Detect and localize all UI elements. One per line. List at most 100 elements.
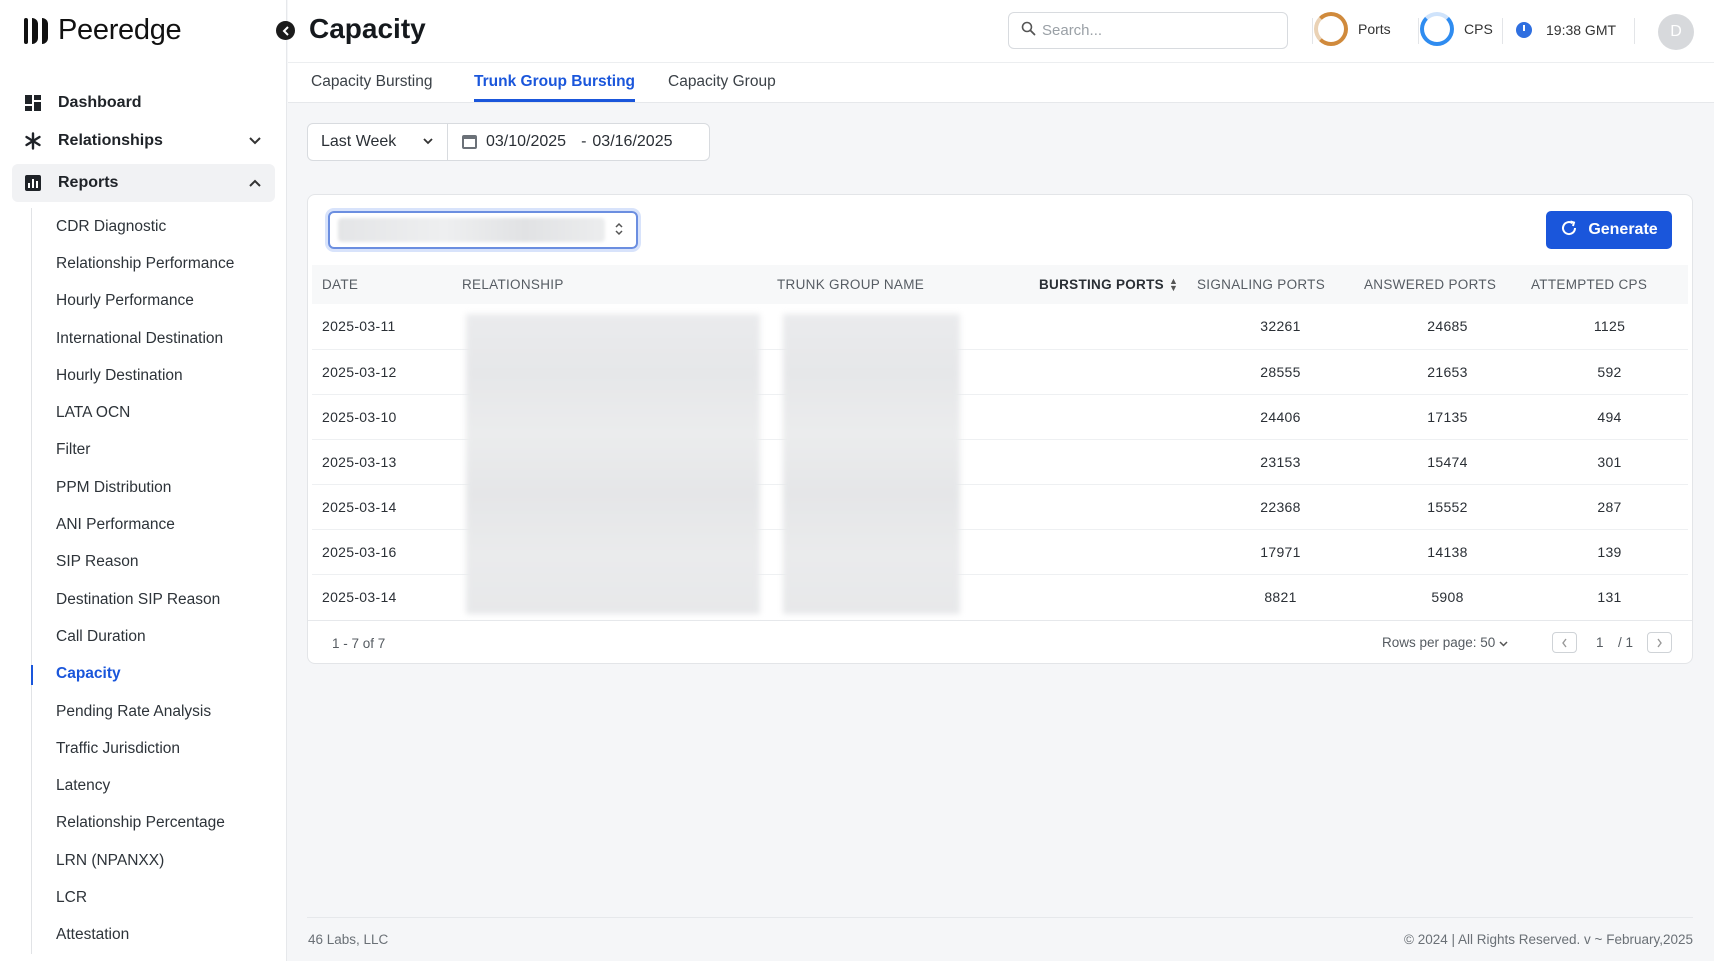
sidebar-item-relationship-percentage[interactable]: Relationship Percentage xyxy=(32,805,275,842)
page-title: Capacity xyxy=(309,13,426,44)
cps-ring-icon xyxy=(1420,12,1454,46)
cell-signaling-ports: 28555 xyxy=(1260,363,1301,380)
cell-date: 2025-03-14 xyxy=(322,498,397,515)
footer-copyright: © 2024 | All Rights Reserved. v ~ Februa… xyxy=(1404,932,1693,947)
column-signaling-ports[interactable]: SIGNALING PORTS xyxy=(1197,265,1364,304)
sidebar-item-lata-ocn[interactable]: LATA OCN xyxy=(32,394,275,431)
select-arrows-icon xyxy=(614,221,624,239)
sidebar-item-ppm-distribution[interactable]: PPM Distribution xyxy=(32,469,275,506)
cps-indicator[interactable]: CPS xyxy=(1420,12,1493,46)
chevron-left-icon xyxy=(1562,638,1567,647)
sidebar-item-hourly-destination[interactable]: Hourly Destination xyxy=(32,357,275,394)
header-divider xyxy=(1418,18,1419,44)
date-separator: - xyxy=(581,133,587,150)
chevron-down-icon xyxy=(249,133,261,148)
sidebar-item-relationships[interactable]: Relationships xyxy=(12,122,275,160)
cell-bursting-ports xyxy=(1037,484,1197,529)
column-bursting-ports[interactable]: BURSTING PORTS ▲ ▼ xyxy=(1037,265,1197,304)
cell-signaling-ports: 24406 xyxy=(1260,408,1301,425)
current-time: 19:38 GMT xyxy=(1546,22,1617,38)
search-icon xyxy=(1021,21,1036,41)
sort-icon: ▲ ▼ xyxy=(1168,276,1179,294)
sidebar-item-pending-rate-analysis[interactable]: Pending Rate Analysis xyxy=(32,693,275,730)
generate-label: Generate xyxy=(1588,221,1658,238)
dashboard-icon xyxy=(24,94,42,112)
sidebar-item-traffic-jurisdiction[interactable]: Traffic Jurisdiction xyxy=(32,730,275,767)
sidebar-item-reports[interactable]: Reports xyxy=(12,164,275,202)
sidebar-nav: Dashboard Relationships Reports xyxy=(12,84,275,202)
chevron-right-icon xyxy=(1657,638,1662,647)
cell-date: 2025-03-13 xyxy=(322,453,397,470)
sidebar-item-sip-reason[interactable]: SIP Reason xyxy=(32,544,275,581)
sidebar: Peeredge Dashboard Relationships Reports xyxy=(0,0,287,961)
tab-capacity-group[interactable]: Capacity Group xyxy=(668,73,776,99)
cell-attempted-cps: 131 xyxy=(1597,588,1622,605)
tab-capacity-bursting[interactable]: Capacity Bursting xyxy=(311,73,432,99)
chevron-left-icon xyxy=(282,25,289,36)
sidebar-item-ani-performance[interactable]: ANI Performance xyxy=(32,506,275,543)
cps-label: CPS xyxy=(1464,21,1493,37)
cell-answered-ports: 15552 xyxy=(1427,498,1468,515)
sidebar-item-lrn-npanxx[interactable]: LRN (NPANXX) xyxy=(32,842,275,879)
sidebar-item-call-duration[interactable]: Call Duration xyxy=(32,618,275,655)
date-range-picker[interactable]: 03/10/2025 - 03/16/2025 xyxy=(448,124,672,160)
column-trunk-group-name[interactable]: TRUNK GROUP NAME xyxy=(777,265,1037,304)
sidebar-item-cdr-diagnostic[interactable]: CDR Diagnostic xyxy=(32,208,275,245)
sidebar-item-destination-sip-reason[interactable]: Destination SIP Reason xyxy=(32,581,275,618)
sidebar-item-dashboard[interactable]: Dashboard xyxy=(12,84,275,122)
user-avatar[interactable]: D xyxy=(1658,14,1694,50)
search-input[interactable] xyxy=(1042,22,1262,39)
chevron-down-icon xyxy=(423,136,433,148)
column-relationship[interactable]: RELATIONSHIP xyxy=(462,265,777,304)
date-from: 03/10/2025 xyxy=(486,133,567,150)
peeredge-logo-icon xyxy=(24,17,48,44)
cell-signaling-ports: 8821 xyxy=(1264,588,1297,605)
trunk-group-select[interactable] xyxy=(328,211,638,249)
sidebar-item-international-destination[interactable]: International Destination xyxy=(32,320,275,357)
cell-answered-ports: 14138 xyxy=(1427,543,1468,560)
ports-ring-icon xyxy=(1314,12,1348,46)
cell-answered-ports: 5908 xyxy=(1431,588,1464,605)
pagination-range: 1 - 7 of 7 xyxy=(332,636,386,651)
period-value: Last Week xyxy=(321,133,397,150)
table-header-row: DATE RELATIONSHIP TRUNK GROUP NAME BURST… xyxy=(312,265,1688,304)
cell-date: 2025-03-11 xyxy=(322,318,396,335)
sidebar-item-relationship-performance[interactable]: Relationship Performance xyxy=(32,245,275,282)
sidebar-item-hourly-performance[interactable]: Hourly Performance xyxy=(32,283,275,320)
rows-per-page-select[interactable]: Rows per page: 50 xyxy=(1382,635,1508,650)
generate-button[interactable]: Generate xyxy=(1546,211,1672,249)
sidebar-item-lcr[interactable]: LCR xyxy=(32,879,275,916)
chevron-down-icon xyxy=(1499,641,1508,647)
column-attempted-cps[interactable]: ATTEMPTED CPS xyxy=(1531,265,1688,304)
logo[interactable]: Peeredge xyxy=(24,14,182,47)
ports-label: Ports xyxy=(1358,21,1391,37)
column-date[interactable]: DATE xyxy=(312,265,462,304)
sidebar-item-capacity[interactable]: Capacity xyxy=(31,656,275,693)
sidebar-item-attestation[interactable]: Attestation xyxy=(32,917,275,954)
cell-bursting-ports xyxy=(1037,394,1197,439)
cell-attempted-cps: 287 xyxy=(1597,498,1622,515)
cell-bursting-ports xyxy=(1037,304,1197,349)
cell-signaling-ports: 23153 xyxy=(1260,453,1301,470)
column-answered-ports[interactable]: ANSWERED PORTS xyxy=(1364,265,1531,304)
header-divider xyxy=(1502,18,1503,44)
reports-icon xyxy=(24,174,42,192)
next-page-button[interactable] xyxy=(1647,632,1672,653)
ports-indicator[interactable]: Ports xyxy=(1314,12,1391,46)
prev-page-button[interactable] xyxy=(1552,632,1577,653)
search-box[interactable] xyxy=(1008,12,1288,49)
date-filter: Last Week 03/10/2025 - 03/16/2025 xyxy=(307,123,710,161)
rows-per-page-label: Rows per page: 50 xyxy=(1382,635,1496,650)
tab-trunk-group-bursting[interactable]: Trunk Group Bursting xyxy=(474,73,636,102)
sidebar-item-filter[interactable]: Filter xyxy=(32,432,275,469)
sidebar-item-latency[interactable]: Latency xyxy=(32,767,275,804)
refresh-icon xyxy=(1560,219,1578,242)
collapse-sidebar-button[interactable] xyxy=(276,21,295,40)
cell-bursting-ports xyxy=(1037,439,1197,484)
period-select[interactable]: Last Week xyxy=(308,124,448,160)
asterisk-icon xyxy=(24,132,42,150)
cell-date: 2025-03-14 xyxy=(322,588,397,605)
header-divider xyxy=(1634,18,1635,44)
cell-signaling-ports: 22368 xyxy=(1260,498,1301,515)
sidebar-item-label: Dashboard xyxy=(58,94,142,111)
